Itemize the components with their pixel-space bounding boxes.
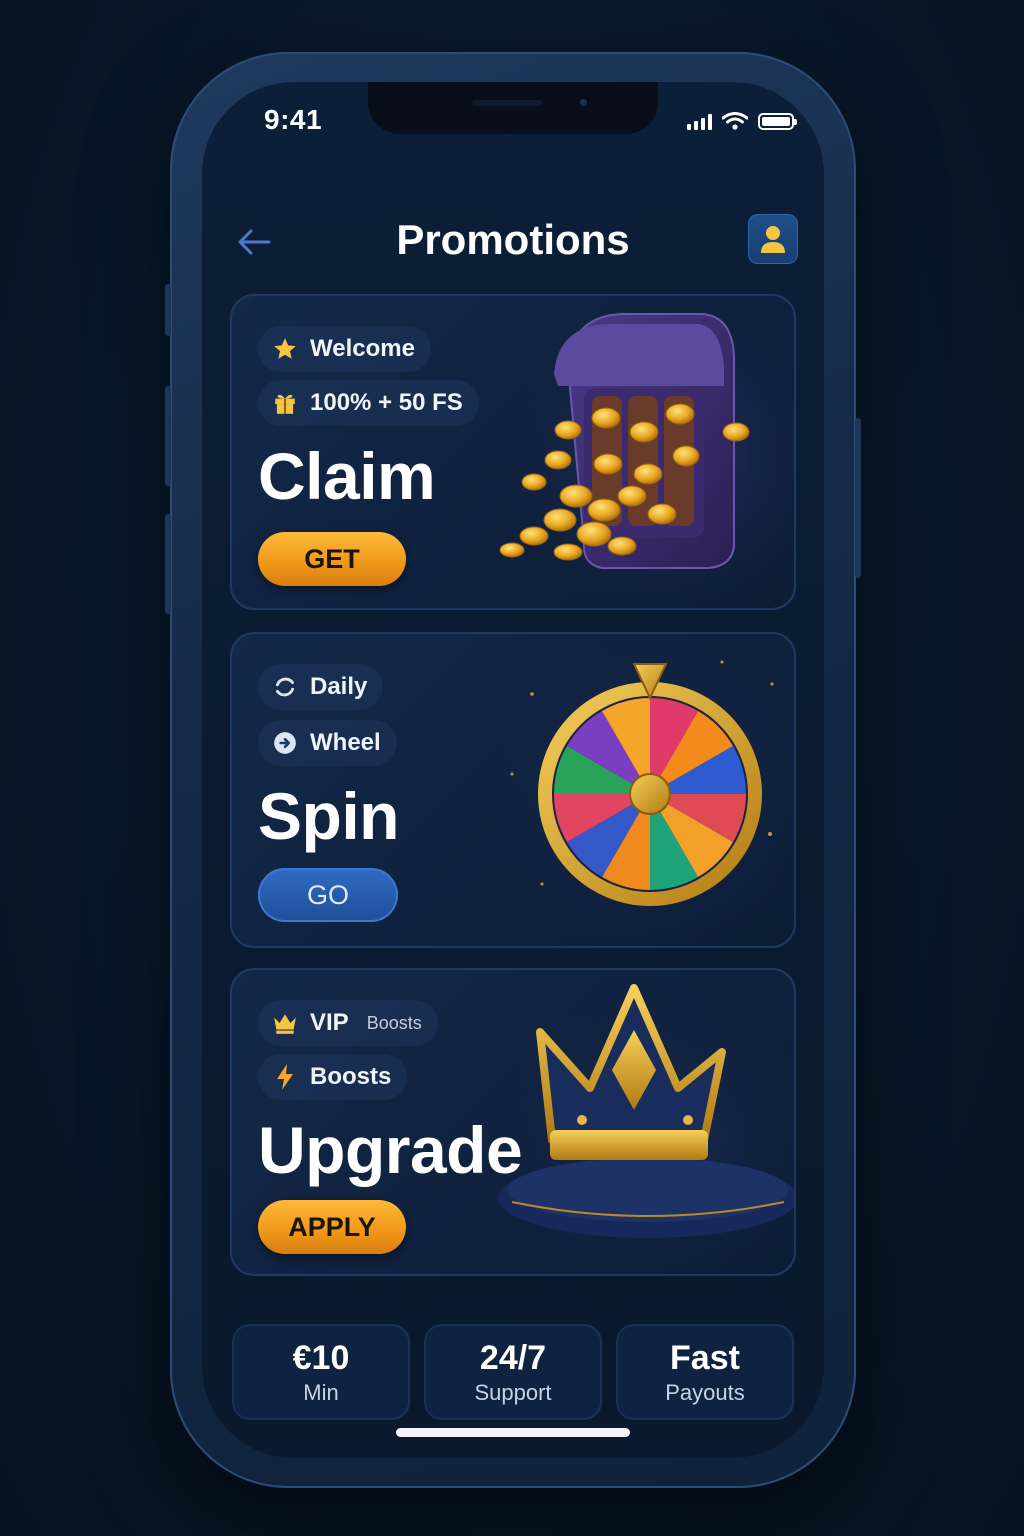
promo-card-vip[interactable]: VIP Boosts Boosts Upgrade APPLY: [230, 968, 796, 1276]
chip-label: Wheel: [310, 729, 381, 756]
battery-icon: [758, 113, 797, 130]
refresh-icon: [272, 674, 298, 700]
chip-label: Boosts: [310, 1063, 392, 1090]
chip-label: Daily: [310, 673, 368, 700]
notch: [368, 82, 658, 134]
stats-row: €10 Min 24/7 Support Fast Payouts: [232, 1324, 794, 1420]
status-time: 9:41: [264, 104, 323, 135]
stat-label: Payouts: [665, 1379, 745, 1405]
stat-label: Support: [474, 1379, 552, 1405]
chip-boosts: Boosts: [258, 1054, 408, 1100]
chip-label: Welcome: [310, 335, 415, 362]
header: Promotions: [202, 212, 824, 272]
chip-label: 100% + 50 FS: [310, 389, 463, 416]
stat-value: €10: [292, 1338, 350, 1377]
chip-bonus-offer: 100% + 50 FS: [258, 380, 479, 426]
go-button[interactable]: GO: [258, 868, 398, 922]
user-icon: [761, 226, 785, 253]
action-button: [165, 284, 171, 336]
chip-label: VIP: [310, 1009, 349, 1036]
signal-icon: [687, 114, 712, 130]
power-button: [855, 418, 861, 578]
crown-icon: [272, 1010, 298, 1036]
stat-payouts: Fast Payouts: [616, 1324, 794, 1420]
card-title: Claim: [258, 439, 436, 513]
stat-support: 24/7 Support: [424, 1324, 602, 1420]
home-indicator[interactable]: [396, 1428, 630, 1437]
front-camera: [580, 99, 587, 106]
arrow-right-circle-icon: [272, 730, 298, 756]
wifi-icon: [722, 112, 748, 130]
lightning-icon: [272, 1064, 298, 1090]
chip-vip: VIP Boosts: [258, 1000, 438, 1046]
speaker: [472, 100, 542, 106]
chip-sublabel: Boosts: [366, 1012, 422, 1033]
page-title: Promotions: [396, 216, 630, 263]
status-icons: [687, 112, 797, 130]
star-icon: [272, 336, 298, 362]
stat-value: 24/7: [479, 1338, 547, 1377]
apply-button[interactable]: APPLY: [258, 1200, 406, 1254]
card-title: Upgrade: [258, 1113, 523, 1187]
slot-machine-coins-illustration: [472, 296, 794, 608]
chip-wheel: Wheel: [258, 720, 397, 766]
promo-card-daily-wheel[interactable]: Daily Wheel Spin GO: [230, 632, 796, 948]
volume-down-button: [165, 514, 171, 614]
chip-daily: Daily: [258, 664, 384, 710]
stat-value: Fast: [670, 1338, 740, 1377]
phone-screen: 9:41 Promotions Welcome 100% + 50 FS Cla…: [202, 82, 824, 1458]
profile-button[interactable]: [748, 214, 798, 264]
phone-frame: 9:41 Promotions Welcome 100% + 50 FS Cla…: [165, 52, 861, 1488]
stat-label: Min: [303, 1379, 339, 1405]
stat-min-deposit: €10 Min: [232, 1324, 410, 1420]
get-button[interactable]: GET: [258, 532, 406, 586]
gift-icon: [272, 390, 298, 416]
card-title: Spin: [258, 779, 400, 853]
prize-wheel-illustration: [472, 634, 794, 946]
chip-welcome: Welcome: [258, 326, 431, 372]
promo-card-welcome[interactable]: Welcome 100% + 50 FS Claim GET: [230, 294, 796, 610]
volume-up-button: [165, 386, 171, 486]
